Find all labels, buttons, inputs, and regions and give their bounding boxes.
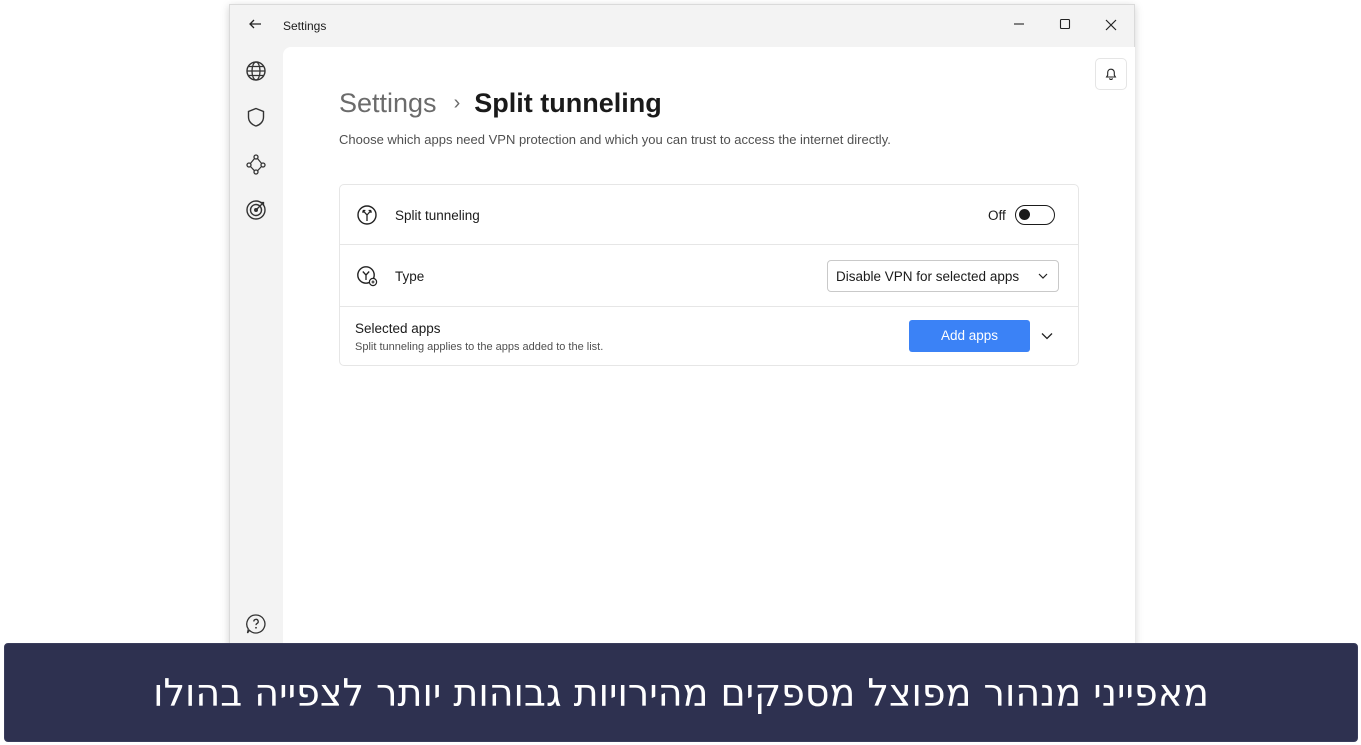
notifications-button[interactable] <box>1095 58 1127 90</box>
add-apps-button[interactable]: Add apps <box>909 320 1030 352</box>
title-bar: Settings <box>230 5 1134 47</box>
shield-icon <box>247 107 265 127</box>
split-tunneling-label: Split tunneling <box>395 208 480 223</box>
nav-target-button[interactable] <box>243 197 269 223</box>
type-select-value: Disable VPN for selected apps <box>836 269 1020 284</box>
expand-chevron-icon[interactable] <box>1040 330 1054 342</box>
maximize-icon <box>1059 18 1071 30</box>
minimize-button[interactable] <box>1004 15 1034 37</box>
split-type-icon <box>357 266 378 287</box>
nav-mesh-button[interactable] <box>243 151 269 177</box>
minimize-icon <box>1014 23 1024 25</box>
split-tunneling-panel: Split tunneling Off Type Disable VPN for… <box>339 184 1079 366</box>
split-tunneling-row: Split tunneling Off <box>340 185 1078 245</box>
page-description: Choose which apps need VPN protection an… <box>339 132 891 147</box>
caption-text: מאפייני מנהור מפוצל מספקים מהירויות גבוה… <box>153 670 1209 715</box>
caption-banner: מאפייני מנהור מפוצל מספקים מהירויות גבוה… <box>4 643 1358 742</box>
split-tunneling-toggle[interactable] <box>1015 205 1055 225</box>
selected-apps-row: Selected apps Split tunneling applies to… <box>340 307 1078 367</box>
arrow-left-icon <box>249 19 261 29</box>
chevron-down-icon <box>1038 273 1048 279</box>
toggle-state-text: Off <box>988 208 1006 223</box>
nav-shield-button[interactable] <box>243 104 269 130</box>
close-icon <box>1105 19 1117 31</box>
mesh-network-icon <box>246 154 266 175</box>
bell-icon <box>1105 68 1117 80</box>
app-window: Settings Settings › Split tunneling Choo… <box>229 4 1135 665</box>
settings-content: Settings › Split tunneling Choose which … <box>283 47 1135 665</box>
target-icon <box>246 200 266 220</box>
type-row: Type Disable VPN for selected apps <box>340 245 1078 307</box>
split-arrows-icon <box>357 205 377 225</box>
breadcrumb-chevron-icon: › <box>453 91 461 114</box>
type-select[interactable]: Disable VPN for selected apps <box>827 260 1059 292</box>
globe-icon <box>246 61 266 81</box>
selected-apps-title: Selected apps <box>355 321 441 336</box>
breadcrumb: Settings › Split tunneling <box>339 85 662 121</box>
type-label: Type <box>395 269 425 284</box>
help-button[interactable] <box>243 611 269 637</box>
nav-globe-button[interactable] <box>243 58 269 84</box>
toggle-knob <box>1019 209 1030 220</box>
back-button[interactable] <box>244 17 266 35</box>
breadcrumb-settings-link[interactable]: Settings <box>339 88 437 119</box>
window-title: Settings <box>283 19 327 33</box>
navigation-rail <box>230 47 283 665</box>
help-bubble-icon <box>246 614 266 634</box>
maximize-button[interactable] <box>1050 15 1080 37</box>
page-title: Split tunneling <box>474 87 662 118</box>
selected-apps-description: Split tunneling applies to the apps adde… <box>355 341 604 353</box>
close-button[interactable] <box>1096 15 1126 37</box>
